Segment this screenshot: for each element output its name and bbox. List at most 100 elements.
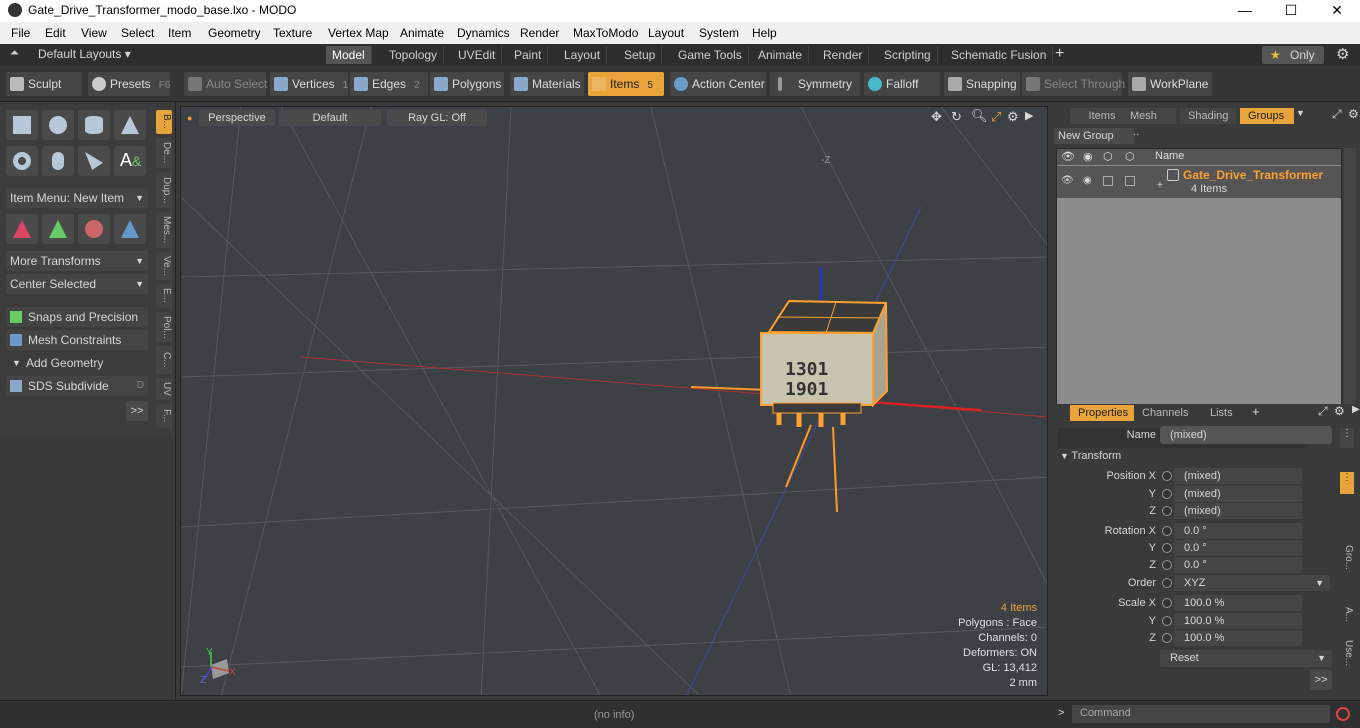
menu-texture[interactable]: Texture	[273, 26, 312, 40]
edges-button[interactable]: Edges 2	[350, 72, 428, 96]
sds-subdivide-button[interactable]: SDS Subdivide D	[6, 376, 148, 396]
rotation-z-field[interactable]: 0.0 °	[1174, 557, 1302, 573]
pen-tool[interactable]	[78, 146, 110, 176]
scale-z-field[interactable]: 100.0 %	[1174, 630, 1302, 646]
position-x-field[interactable]: (mixed)	[1174, 468, 1302, 484]
menu-file[interactable]: File	[11, 26, 30, 40]
more-button[interactable]: >>	[126, 401, 148, 421]
panel-gear-icon[interactable]: ⚙	[1348, 107, 1359, 121]
tab-render[interactable]: Render	[817, 46, 870, 64]
raygl-toggle[interactable]: Ray GL: Off	[387, 110, 487, 126]
expand-plus-icon[interactable]: +	[1157, 180, 1163, 191]
maximize-viewport-icon[interactable]: ⤢	[991, 109, 1001, 125]
tab-model[interactable]: Model	[326, 46, 372, 64]
render-toggle-icon[interactable]: ◉	[1083, 175, 1092, 186]
tab-uvedit[interactable]: UVEdit	[452, 46, 503, 64]
tab-scripting[interactable]: Scripting	[878, 46, 938, 64]
only-button[interactable]: ★ Only	[1262, 46, 1324, 64]
rotation-y-field[interactable]: 0.0 °	[1174, 540, 1302, 556]
vtab-mesh[interactable]: Mes...	[156, 212, 172, 248]
3d-viewport[interactable]: 1301 1901 ● Perspective Default Ray GL: …	[180, 106, 1048, 696]
vtab-curve[interactable]: C...	[156, 346, 172, 374]
record-icon[interactable]	[1336, 707, 1350, 721]
rotate-view-icon[interactable]: ↻	[951, 109, 962, 125]
group-row[interactable]: 👁︎ ◉ + Gate_Drive_Transformer 4 Items	[1057, 166, 1341, 198]
workplane-button[interactable]: WorkPlane	[1128, 72, 1212, 96]
props-side-tab-active[interactable]: ⋮	[1340, 472, 1354, 494]
rotate-tool[interactable]	[42, 214, 74, 244]
vtab-basic[interactable]: B...	[156, 110, 172, 134]
menu-vertex-map[interactable]: Vertex Map	[328, 26, 389, 40]
cylinder-tool[interactable]	[78, 110, 110, 140]
move-tool[interactable]	[6, 214, 38, 244]
tab-groups[interactable]: Groups	[1240, 108, 1294, 124]
select-through-button[interactable]: Select Through	[1022, 72, 1125, 96]
groups-scrollbar[interactable]	[1344, 148, 1356, 424]
transform-section[interactable]: ▼ Transform	[1060, 450, 1121, 462]
tab-lists[interactable]: Lists	[1202, 405, 1241, 421]
scale-z-key[interactable]	[1162, 633, 1172, 643]
add-props-tab-button[interactable]: +	[1252, 404, 1260, 419]
position-x-key[interactable]	[1162, 471, 1172, 481]
capsule-tool[interactable]	[42, 146, 74, 176]
position-z-key[interactable]	[1162, 506, 1172, 516]
vtab-duplicate[interactable]: Dup...	[156, 172, 172, 208]
menu-item[interactable]: Item	[168, 26, 191, 40]
snapping-button[interactable]: Snapping	[944, 72, 1020, 96]
menu-render[interactable]: Render	[520, 26, 559, 40]
viewport-options-icon[interactable]: ●	[187, 113, 192, 123]
vtab-uv[interactable]: UV	[156, 378, 172, 400]
add-tab-button[interactable]: +	[1055, 45, 1064, 63]
menu-view[interactable]: View	[81, 26, 107, 40]
command-input[interactable]: Command	[1072, 705, 1330, 723]
tab-setup[interactable]: Setup	[618, 46, 663, 64]
tab-topology[interactable]: Topology	[383, 46, 445, 64]
rotation-x-key[interactable]	[1162, 526, 1172, 536]
close-button[interactable]: ✕	[1314, 0, 1360, 22]
transform-tool[interactable]	[114, 214, 146, 244]
layouts-toggle-icon[interactable]: ⏶	[10, 47, 19, 60]
sculpt-button[interactable]: Sculpt	[6, 72, 82, 96]
vertices-button[interactable]: Vertices 1	[270, 72, 348, 96]
lock-checkbox[interactable]	[1103, 176, 1113, 186]
default-layouts-dropdown[interactable]: Default Layouts ▾	[38, 47, 131, 61]
tab-shading[interactable]: Shading	[1180, 108, 1236, 124]
viewport-gear-icon[interactable]: ⚙	[1007, 109, 1019, 125]
materials-button[interactable]: Materials	[510, 72, 584, 96]
scale-x-field[interactable]: 100.0 %	[1174, 595, 1302, 611]
props-side-tab-assembly[interactable]: A...	[1340, 604, 1354, 626]
reset-button[interactable]: Reset ▼	[1160, 650, 1332, 667]
menu-help[interactable]: Help	[752, 26, 777, 40]
position-z-field[interactable]: (mixed)	[1174, 503, 1302, 519]
more-transforms-dropdown[interactable]: More Transforms ▼	[6, 251, 148, 271]
item-menu-dropdown[interactable]: Item Menu: New Item ▼	[6, 188, 148, 208]
rotation-y-key[interactable]	[1162, 543, 1172, 553]
props-side-tab-user[interactable]: Use...	[1340, 636, 1354, 670]
polygons-button[interactable]: Polygons	[430, 72, 504, 96]
props-maximize-icon[interactable]: ⤢	[1318, 404, 1328, 419]
props-side-handle[interactable]: ⋮	[1340, 428, 1354, 448]
minimize-button[interactable]: —	[1222, 0, 1268, 22]
tab-game-tools[interactable]: Game Tools	[672, 46, 749, 64]
tab-properties[interactable]: Properties	[1070, 405, 1137, 421]
name-field[interactable]: (mixed)	[1160, 426, 1332, 444]
props-gear-icon[interactable]: ⚙	[1334, 404, 1345, 418]
symmetry-button[interactable]: Symmetry	[770, 72, 860, 96]
visibility-eye-icon[interactable]: 👁︎	[1061, 175, 1074, 186]
add-geometry-section[interactable]: ▼ Add Geometry	[6, 353, 148, 373]
tab-layout[interactable]: Layout	[558, 46, 608, 64]
tab-paint[interactable]: Paint	[508, 46, 549, 64]
menu-maxtomodo[interactable]: MaxToModo	[573, 26, 638, 40]
vtab-edge[interactable]: E...	[156, 284, 172, 308]
menu-animate[interactable]: Animate	[400, 26, 444, 40]
menu-layout[interactable]: Layout	[648, 26, 684, 40]
tab-animate[interactable]: Animate	[752, 46, 810, 64]
scale-y-key[interactable]	[1162, 616, 1172, 626]
cube-tool[interactable]	[6, 110, 38, 140]
tab-mesh[interactable]: Mesh ...	[1122, 108, 1176, 138]
sphere-tool[interactable]	[42, 110, 74, 140]
vtab-fusion[interactable]: F...	[156, 404, 172, 428]
scale-x-key[interactable]	[1162, 598, 1172, 608]
tab-channels[interactable]: Channels	[1134, 405, 1197, 421]
maximize-button[interactable]: ☐	[1268, 0, 1314, 22]
